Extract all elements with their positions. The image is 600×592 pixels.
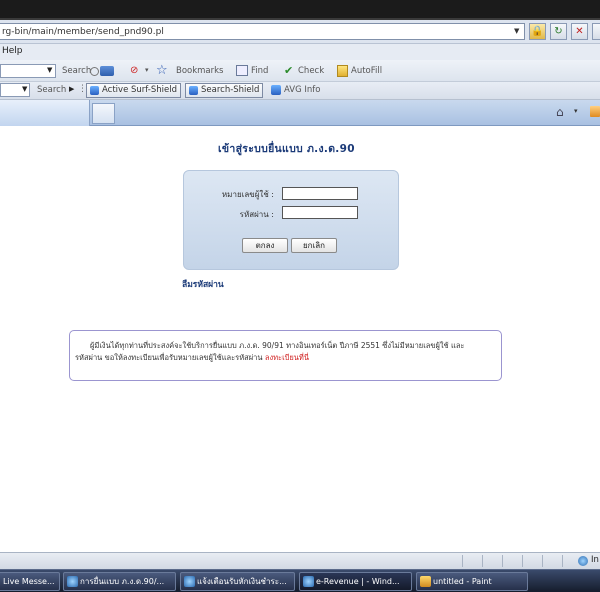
page-title: เข้าสู่ระบบยื่นแบบ ภ.ง.ด.90 [218, 143, 355, 155]
password-input[interactable] [282, 206, 358, 219]
search-box-edge[interactable] [592, 23, 600, 40]
find-button[interactable]: Find [251, 66, 268, 76]
ie-icon [184, 576, 195, 587]
menu-bar: Help [0, 44, 600, 60]
avg-search-button[interactable]: Search [37, 85, 66, 95]
notice-text-line1: ผู้มีเงินได้ทุกท่านที่ประสงค์จะใช้บริการ… [90, 341, 465, 350]
stop-icon[interactable]: ✕ [571, 23, 588, 40]
spellcheck-icon[interactable]: ✔ [284, 64, 293, 77]
active-surf-shield-label: Active Surf-Shield [102, 85, 177, 95]
status-separator [562, 555, 563, 567]
status-separator [462, 555, 463, 567]
taskbar-item-messenger[interactable]: Live Messe... [0, 572, 60, 591]
status-separator [502, 555, 503, 567]
search-shield-button[interactable]: Search-Shield [185, 83, 264, 98]
bookmark-star-icon[interactable]: ☆ [156, 64, 168, 77]
search-shield-label: Search-Shield [201, 85, 260, 95]
status-separator [542, 555, 543, 567]
taskbar-item-ie1[interactable]: การยื่นแบบ ภ.ง.ด.90/... [63, 572, 176, 591]
shield-icon [189, 86, 198, 95]
password-label: รหัสผ่าน : [239, 210, 274, 219]
lock-icon[interactable]: 🔒 [529, 23, 546, 40]
new-tab-button[interactable] [92, 103, 115, 124]
page-content: เข้าสู่ระบบยื่นแบบ ภ.ง.ด.90 หมายเลขผู้ใช… [0, 127, 600, 552]
notice-text-prefix: รหัสผ่าน ขอให้ลงทะเบียนเพื่อรับหมายเลขผู… [75, 353, 265, 362]
url-input[interactable] [0, 23, 525, 40]
avg-icon[interactable] [271, 85, 281, 95]
google-toolbar: ▼ Search ⊘ ▾ ☆ Bookmarks Find ✔ Check Au… [0, 60, 600, 82]
avg-search-dropdown-icon[interactable]: ▼ [22, 85, 27, 93]
login-panel: หมายเลขผู้ใช้ : รหัสผ่าน : ตกลง ยกเลิก [183, 170, 399, 270]
cancel-button[interactable]: ยกเลิก [291, 238, 337, 253]
status-separator [522, 555, 523, 567]
check-button[interactable]: Check [298, 66, 324, 76]
url-dropdown-icon[interactable]: ▼ [514, 27, 522, 35]
taskbar-item-label: Live Messe... [3, 577, 55, 586]
shield-icon [90, 86, 99, 95]
home-icon[interactable]: ⌂ [556, 105, 564, 119]
autofill-icon[interactable] [337, 65, 348, 77]
avg-search-arrow-icon[interactable]: ▶ [69, 85, 74, 93]
paint-icon [420, 576, 431, 587]
popup-blocker-icon[interactable]: ⊘ [130, 65, 142, 77]
ie-icon [303, 576, 314, 587]
go-icon[interactable] [100, 66, 114, 76]
taskbar-item-paint[interactable]: untitled - Paint [416, 572, 528, 591]
forgot-password-link[interactable]: ลืมรหัสผ่าน [182, 277, 224, 291]
taskbar-item-ie2[interactable]: แจ้งเตือนรับหักเงินชำระ... [180, 572, 295, 591]
menu-help[interactable]: Help [2, 46, 23, 56]
taskbar-item-label: untitled - Paint [433, 577, 492, 586]
ok-button[interactable]: ตกลง [242, 238, 288, 253]
status-separator [482, 555, 483, 567]
google-search-button[interactable]: Search [62, 66, 91, 76]
web-icon[interactable] [90, 67, 99, 76]
username-input[interactable] [282, 187, 358, 200]
active-surf-shield-button[interactable]: Active Surf-Shield [86, 83, 181, 98]
zone-label: In [591, 555, 599, 565]
autofill-button[interactable]: AutoFill [351, 66, 382, 76]
taskbar-item-label: การยื่นแบบ ภ.ง.ด.90/... [80, 577, 165, 586]
tab-bar: ⌂ ▾ [0, 100, 600, 126]
avg-info-button[interactable]: AVG Info [284, 85, 320, 95]
ie-icon [67, 576, 78, 587]
bookmarks-button[interactable]: Bookmarks [176, 66, 224, 76]
username-label: หมายเลขผู้ใช้ : [221, 190, 274, 199]
taskbar: Live Messe... การยื่นแบบ ภ.ง.ด.90/... แจ… [0, 569, 600, 592]
address-bar: ▼ 🔒 ↻ ✕ [0, 20, 600, 44]
notice-text-line2: รหัสผ่าน ขอให้ลงทะเบียนเพื่อรับหมายเลขผู… [75, 352, 309, 364]
avg-toolbar: ▼ Search ▶ ⋮ Active Surf-Shield Search-S… [0, 82, 600, 100]
internet-zone-icon [578, 556, 588, 566]
popup-dropdown-icon[interactable]: ▾ [145, 66, 149, 74]
refresh-icon[interactable]: ↻ [550, 23, 567, 40]
taskbar-item-label: e-Revenue | - Wind... [316, 577, 400, 586]
home-dropdown-icon[interactable]: ▾ [574, 107, 578, 115]
find-icon[interactable] [236, 65, 248, 76]
notice-box: ผู้มีเงินได้ทุกท่านที่ประสงค์จะใช้บริการ… [69, 330, 502, 381]
taskbar-item-label: แจ้งเตือนรับหักเงินชำระ... [197, 577, 287, 586]
status-bar: In [0, 552, 600, 569]
window-titlebar [0, 0, 600, 20]
feeds-icon[interactable] [590, 106, 600, 117]
taskbar-item-erevenue[interactable]: e-Revenue | - Wind... [299, 572, 412, 591]
tab-current[interactable] [0, 100, 90, 126]
search-dropdown-icon[interactable]: ▼ [47, 66, 52, 74]
register-link[interactable]: ลงทะเบียนที่นี่ [265, 353, 309, 362]
